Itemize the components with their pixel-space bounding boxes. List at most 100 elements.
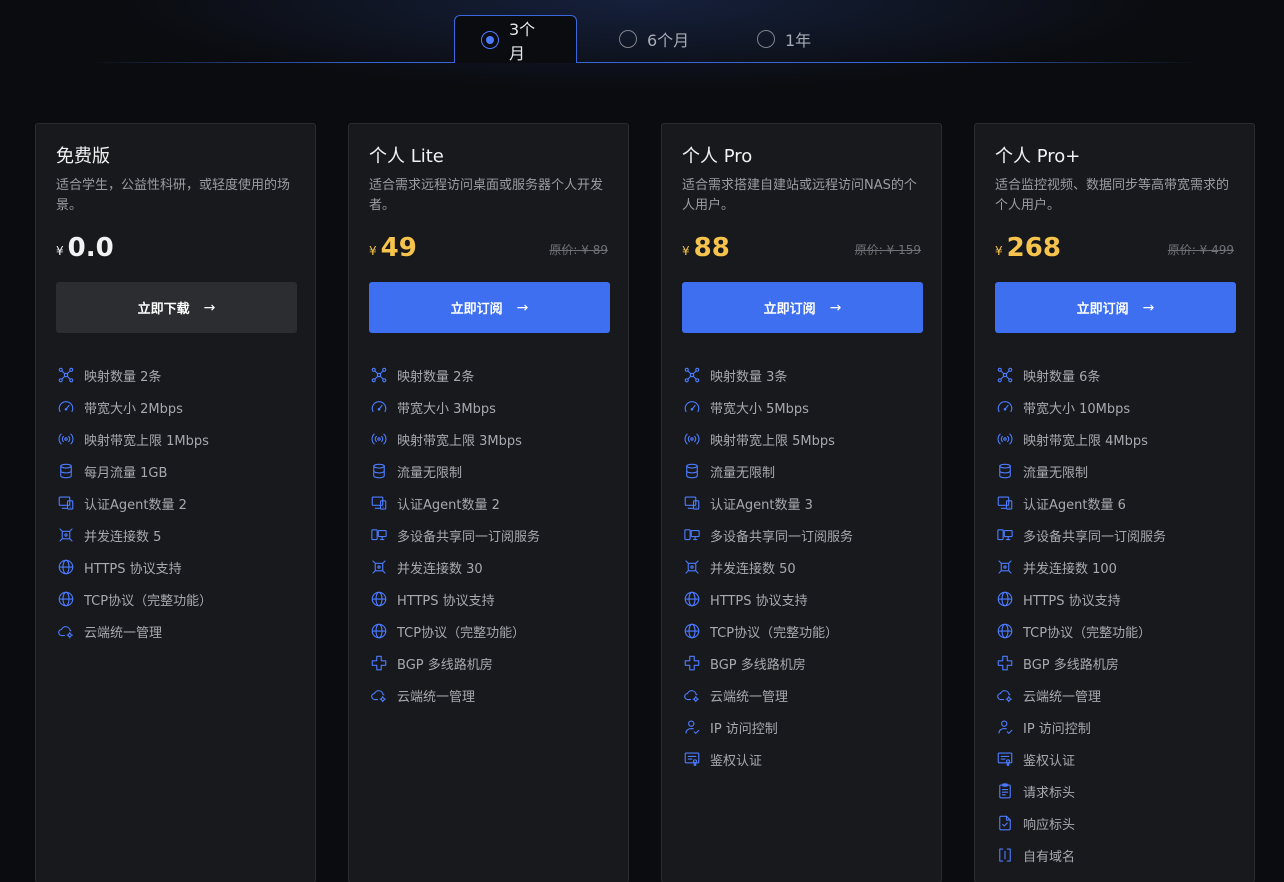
plan-description: 适合需求远程访问桌面或服务器个人开发者。 [369, 178, 604, 213]
feature-text: TCP协议（完整功能） [1023, 625, 1152, 641]
speedometer-icon [56, 397, 76, 417]
feature-list: 映射数量 3条带宽大小 5Mbps 映射带宽上限 5Mbps 流量无限制认证Agen… [682, 359, 921, 775]
button-label: 立即下载 [137, 302, 190, 317]
feature-text: 云端统一管理 [1023, 689, 1102, 705]
feature-text: 映射数量 6条 [1023, 369, 1101, 385]
feature-item: 请求标头 [995, 775, 1234, 807]
network-icon [682, 653, 702, 673]
subscribe-button[interactable]: 立即订阅 → [995, 282, 1236, 333]
feature-text: 映射带宽上限 3Mbps [397, 433, 522, 449]
cloud-gear-icon [682, 685, 702, 705]
feature-item: 认证Agent数量 2 [369, 487, 608, 519]
mapping-icon [56, 365, 76, 385]
feature-text: HTTPS 协议支持 [1023, 593, 1121, 609]
feature-text: 多设备共享同一订阅服务 [1023, 529, 1167, 545]
globe-icon [682, 589, 702, 609]
devices-icon [56, 493, 76, 513]
feature-item: BGP 多线路机房 [995, 647, 1234, 679]
feature-text: BGP 多线路机房 [397, 657, 493, 673]
feature-text: 认证Agent数量 3 [710, 497, 813, 513]
feature-list: 映射数量 6条 带宽大小 10Mbps 映射带宽上限 4Mbps 流量无限制 认证Age… [995, 359, 1234, 871]
feature-text: 带宽大小 2Mbps [84, 401, 183, 417]
feature-text: IP 访问控制 [1023, 721, 1091, 737]
feature-text: 多设备共享同一订阅服务 [397, 529, 541, 545]
feature-text: 云端统一管理 [397, 689, 476, 705]
currency-symbol: ¥ [369, 244, 377, 258]
feature-item: 认证Agent数量 3 [682, 487, 921, 519]
speedometer-icon [995, 397, 1015, 417]
feature-item: 带宽大小 5Mbps [682, 391, 921, 423]
feature-text: 映射数量 2条 [397, 369, 475, 385]
feature-item: 云端统一管理 [56, 615, 295, 647]
plan-card-pro: 个人 Pro 适合需求搭建自建站或远程访问NAS的个人用户。 ¥ 88 原价: … [661, 123, 942, 882]
feature-text: HTTPS 协议支持 [397, 593, 495, 609]
feature-item: 多设备共享同一订阅服务 [995, 519, 1234, 551]
feature-item: 带宽大小 2Mbps [56, 391, 295, 423]
feature-text: 映射数量 3条 [710, 369, 788, 385]
price-value: 49 [380, 233, 417, 263]
radio-unselected-icon[interactable] [619, 30, 637, 48]
original-price: 原价: ¥ 499 [1167, 243, 1234, 257]
feature-item: 流量无限制 [682, 455, 921, 487]
download-button[interactable]: 立即下载 → [56, 282, 297, 333]
feature-item: 并发连接数 100 [995, 551, 1234, 583]
feature-item: TCP协议（完整功能） [682, 615, 921, 647]
subscribe-button[interactable]: 立即订阅 → [682, 282, 923, 333]
feature-item: 自有域名 [995, 839, 1234, 871]
domain-icon [995, 845, 1015, 865]
tab-3-months[interactable]: 3个月 [454, 15, 577, 63]
feature-text: 响应标头 [1023, 817, 1076, 833]
currency-symbol: ¥ [995, 244, 1003, 258]
pricing-cards: 免费版 适合学生，公益性科研，或轻度使用的场景。 ¥ 0.0 立即下载 → 映射… [35, 123, 1255, 882]
speedometer-icon [369, 397, 389, 417]
original-price: 原价: ¥ 159 [854, 243, 921, 257]
mapping-icon [369, 365, 389, 385]
feature-text: 带宽大小 5Mbps [710, 401, 809, 417]
database-icon [682, 461, 702, 481]
globe-icon [995, 589, 1015, 609]
feature-text: TCP协议（完整功能） [397, 625, 526, 641]
feature-item: HTTPS 协议支持 [56, 551, 295, 583]
feature-item: 映射数量 2条 [369, 359, 608, 391]
feature-text: 多设备共享同一订阅服务 [710, 529, 854, 545]
tab-1-year[interactable]: 1年 [731, 15, 837, 63]
certificate-icon [682, 749, 702, 769]
feature-list: 映射数量 2条 带宽大小 3Mbps 映射带宽上限 3Mbps 流量无限制 认证Agen… [369, 359, 608, 711]
multi-device-icon [682, 525, 702, 545]
feature-text: 鉴权认证 [1023, 753, 1076, 769]
radio-selected-icon[interactable] [481, 30, 499, 49]
tab-label: 3个月 [509, 19, 536, 63]
plan-description: 适合监控视频、数据同步等高带宽需求的个人用户。 [995, 178, 1230, 213]
clipboard-icon [995, 781, 1015, 801]
mapping-icon [682, 365, 702, 385]
feature-text: 并发连接数 50 [710, 561, 796, 577]
feature-text: 映射带宽上限 5Mbps [710, 433, 835, 449]
database-icon [369, 461, 389, 481]
feature-text: BGP 多线路机房 [1023, 657, 1119, 673]
feature-item: 响应标头 [995, 807, 1234, 839]
devices-icon [995, 493, 1015, 513]
feature-item: 带宽大小 3Mbps [369, 391, 608, 423]
feature-text: 请求标头 [1023, 785, 1076, 801]
cloud-gear-icon [56, 621, 76, 641]
speedometer-icon [682, 397, 702, 417]
button-label: 立即订阅 [450, 302, 503, 317]
feature-item: TCP协议（完整功能） [56, 583, 295, 615]
feature-text: 带宽大小 3Mbps [397, 401, 496, 417]
subscribe-button[interactable]: 立即订阅 → [369, 282, 610, 333]
feature-item: 映射带宽上限 1Mbps [56, 423, 295, 455]
globe-icon [56, 557, 76, 577]
feature-item: 认证Agent数量 2 [56, 487, 295, 519]
feature-text: 并发连接数 5 [84, 529, 162, 545]
arrow-right-icon: → [203, 299, 216, 316]
feature-item: 带宽大小 10Mbps [995, 391, 1234, 423]
radio-unselected-icon[interactable] [757, 30, 775, 48]
plan-price: ¥ 49 原价: ¥ 89 [369, 228, 608, 264]
database-icon [56, 461, 76, 481]
feature-text: 云端统一管理 [710, 689, 789, 705]
feature-text: HTTPS 协议支持 [710, 593, 808, 609]
feature-text: 认证Agent数量 6 [1023, 497, 1126, 513]
tab-6-months[interactable]: 6个月 [593, 15, 715, 63]
feature-text: 认证Agent数量 2 [397, 497, 500, 513]
button-label: 立即订阅 [763, 302, 816, 317]
